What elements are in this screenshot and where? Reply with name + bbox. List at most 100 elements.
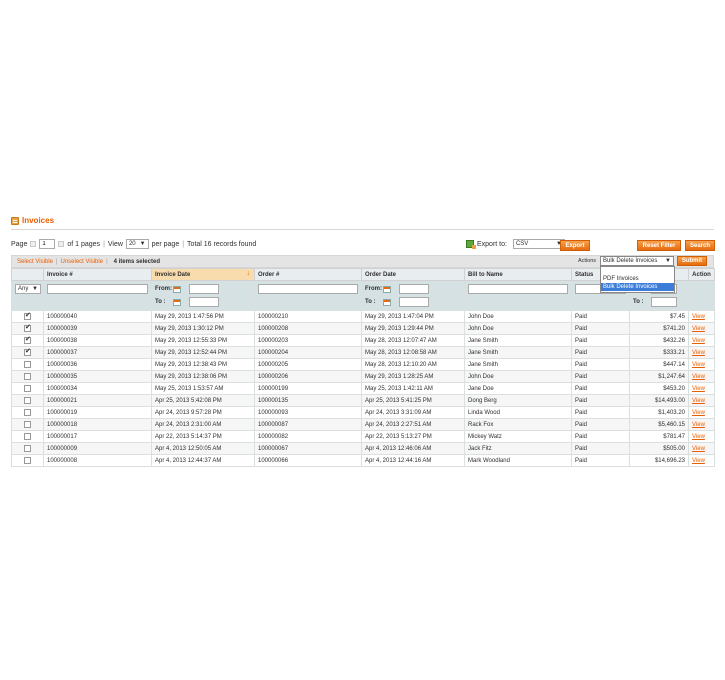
table-row[interactable]: 100000034 May 25, 2013 1:53:57 AM 10000019…: [11, 382, 715, 395]
cell-status: Paid: [571, 322, 630, 335]
per-page-label: per page: [151, 240, 180, 248]
from-label: From:: [155, 286, 172, 292]
calendar-icon[interactable]: [173, 298, 181, 306]
view-link[interactable]: View: [692, 398, 705, 404]
table-row[interactable]: 100000018 Apr 24, 2013 2:31:00 AM 10000008…: [11, 418, 715, 431]
cell-name: Jack Fitz: [464, 442, 572, 455]
view-link[interactable]: View: [692, 362, 705, 368]
unselect-visible-link[interactable]: Unselect Visible: [60, 259, 103, 265]
order-filter-input[interactable]: [258, 284, 358, 294]
table-row[interactable]: 100000017 Apr 22, 2013 5:14:37 PM 10000008…: [11, 430, 715, 443]
row-checkbox[interactable]: [24, 348, 31, 356]
view-link[interactable]: View: [692, 314, 705, 320]
cell-status: Paid: [571, 454, 630, 467]
calendar-icon[interactable]: [383, 298, 391, 306]
row-checkbox[interactable]: [24, 360, 31, 368]
view-link[interactable]: View: [692, 410, 705, 416]
page-number-input[interactable]: [39, 239, 56, 249]
cell-amount: $741.20: [629, 322, 689, 335]
row-checkbox[interactable]: [24, 408, 31, 416]
invoice-date-from-input[interactable]: [189, 284, 219, 294]
order-date-to-input[interactable]: [399, 297, 429, 307]
table-row[interactable]: 100000039May 29, 2013 1:30:12 PM10000020…: [11, 322, 715, 335]
table-row[interactable]: 100000036 May 29, 2013 12:38:43 PM 1000002…: [11, 358, 715, 371]
order-date-from-input[interactable]: [399, 284, 429, 294]
column-header-bill-to-name[interactable]: Bill to Name: [464, 268, 572, 281]
table-row[interactable]: 100000021 Apr 25, 2013 5:42:08 PM 10000013…: [11, 394, 715, 407]
row-checkbox[interactable]: [24, 444, 31, 452]
table-row[interactable]: 100000035 May 29, 2013 12:38:06 PM 1000002…: [11, 370, 715, 383]
cell-name: Mark Woodland: [464, 454, 572, 467]
row-checkbox[interactable]: [24, 336, 31, 344]
row-checkbox[interactable]: [24, 384, 31, 392]
cell-invoice-date: Apr 24, 2013 2:31:00 AM: [151, 418, 255, 431]
calendar-icon[interactable]: [173, 285, 181, 293]
table-row[interactable]: 100000037May 29, 2013 12:52:44 PM1000002…: [11, 346, 715, 359]
row-checkbox[interactable]: [24, 372, 31, 380]
table-row[interactable]: 100000008 Apr 4, 2013 12:44:37 AM 10000006…: [11, 454, 715, 467]
row-checkbox[interactable]: [24, 312, 31, 320]
search-button[interactable]: Search: [685, 240, 715, 251]
cell-invoice-date: May 29, 2013 12:52:44 PM: [151, 346, 255, 359]
invoice-date-to-input[interactable]: [189, 297, 219, 307]
chevron-down-icon: ▼: [665, 258, 671, 264]
page-title: Invoices: [22, 216, 55, 225]
view-link[interactable]: View: [692, 350, 705, 356]
view-link[interactable]: View: [692, 374, 705, 380]
view-link[interactable]: View: [692, 458, 705, 464]
view-link[interactable]: View: [692, 446, 705, 452]
previous-page-icon[interactable]: [30, 241, 37, 247]
table-row[interactable]: 100000019 Apr 24, 2013 9:57:28 PM 10000009…: [11, 406, 715, 419]
reset-filter-button[interactable]: Reset Filter: [637, 240, 681, 251]
view-link[interactable]: View: [692, 338, 705, 344]
view-link[interactable]: View: [692, 434, 705, 440]
cell-name: Jane Smith: [464, 358, 572, 371]
dropdown-option-blank[interactable]: [601, 267, 674, 275]
row-checkbox[interactable]: [24, 324, 31, 332]
table-row[interactable]: 100000040May 29, 2013 1:47:56 PM10000021…: [11, 310, 715, 323]
column-header-action: Action: [688, 268, 715, 281]
per-page-select[interactable]: 20 ▼: [125, 239, 149, 249]
export-format-select[interactable]: CSV ▼: [512, 239, 565, 249]
invoice-date-range: From: To :: [155, 284, 251, 307]
next-page-icon[interactable]: [58, 241, 65, 247]
calendar-icon[interactable]: [383, 285, 391, 293]
cell-name: Jane Doe: [464, 382, 572, 395]
row-checkbox[interactable]: [24, 456, 31, 464]
view-link[interactable]: View: [692, 422, 705, 428]
dropdown-option-bulk-delete[interactable]: Bulk Delete Invoices: [601, 283, 674, 291]
column-header-invoice-date[interactable]: Invoice Date ↓: [151, 268, 255, 281]
cell-status: Paid: [571, 406, 630, 419]
cell-amount: $14,493.00: [629, 394, 689, 407]
invoice-filter-input[interactable]: [47, 284, 148, 294]
row-checkbox[interactable]: [24, 432, 31, 440]
row-checkbox[interactable]: [24, 396, 31, 404]
amount-to-input[interactable]: [651, 297, 677, 307]
column-header-order-date[interactable]: Order Date: [361, 268, 465, 281]
dropdown-option-pdf[interactable]: PDF Invoices: [601, 275, 674, 283]
cell-amount: $1,247.64: [629, 370, 689, 383]
column-header-select: [11, 268, 44, 281]
select-visible-link[interactable]: Select Visible: [17, 259, 53, 265]
cell-name: Dong Berg: [464, 394, 572, 407]
cell-order-date: Apr 25, 2013 5:41:25 PM: [361, 394, 465, 407]
cell-order: 100000066: [254, 454, 362, 467]
select-filter[interactable]: Any ▼: [15, 284, 41, 294]
cell-invoice: 100000009: [43, 442, 152, 455]
table-row[interactable]: 100000009 Apr 4, 2013 12:50:05 AM 10000006…: [11, 442, 715, 455]
column-header-order[interactable]: Order #: [254, 268, 362, 281]
cell-amount: $432.26: [629, 334, 689, 347]
export-button[interactable]: Export: [560, 240, 590, 251]
bill-to-name-filter-input[interactable]: [468, 284, 568, 294]
view-link[interactable]: View: [692, 386, 705, 392]
page-label: Page: [11, 240, 28, 248]
submit-button[interactable]: Submit: [677, 256, 707, 266]
table-row[interactable]: 100000038May 29, 2013 12:55:33 PM1000002…: [11, 334, 715, 347]
column-header-invoice[interactable]: Invoice #: [43, 268, 152, 281]
to-label: To :: [633, 299, 644, 305]
actions-select[interactable]: Bulk Delete Invoices ▼: [600, 256, 674, 266]
row-checkbox[interactable]: [24, 420, 31, 428]
cell-order-date: Apr 22, 2013 5:13:27 PM: [361, 430, 465, 443]
view-link[interactable]: View: [692, 326, 705, 332]
cell-status: Paid: [571, 334, 630, 347]
